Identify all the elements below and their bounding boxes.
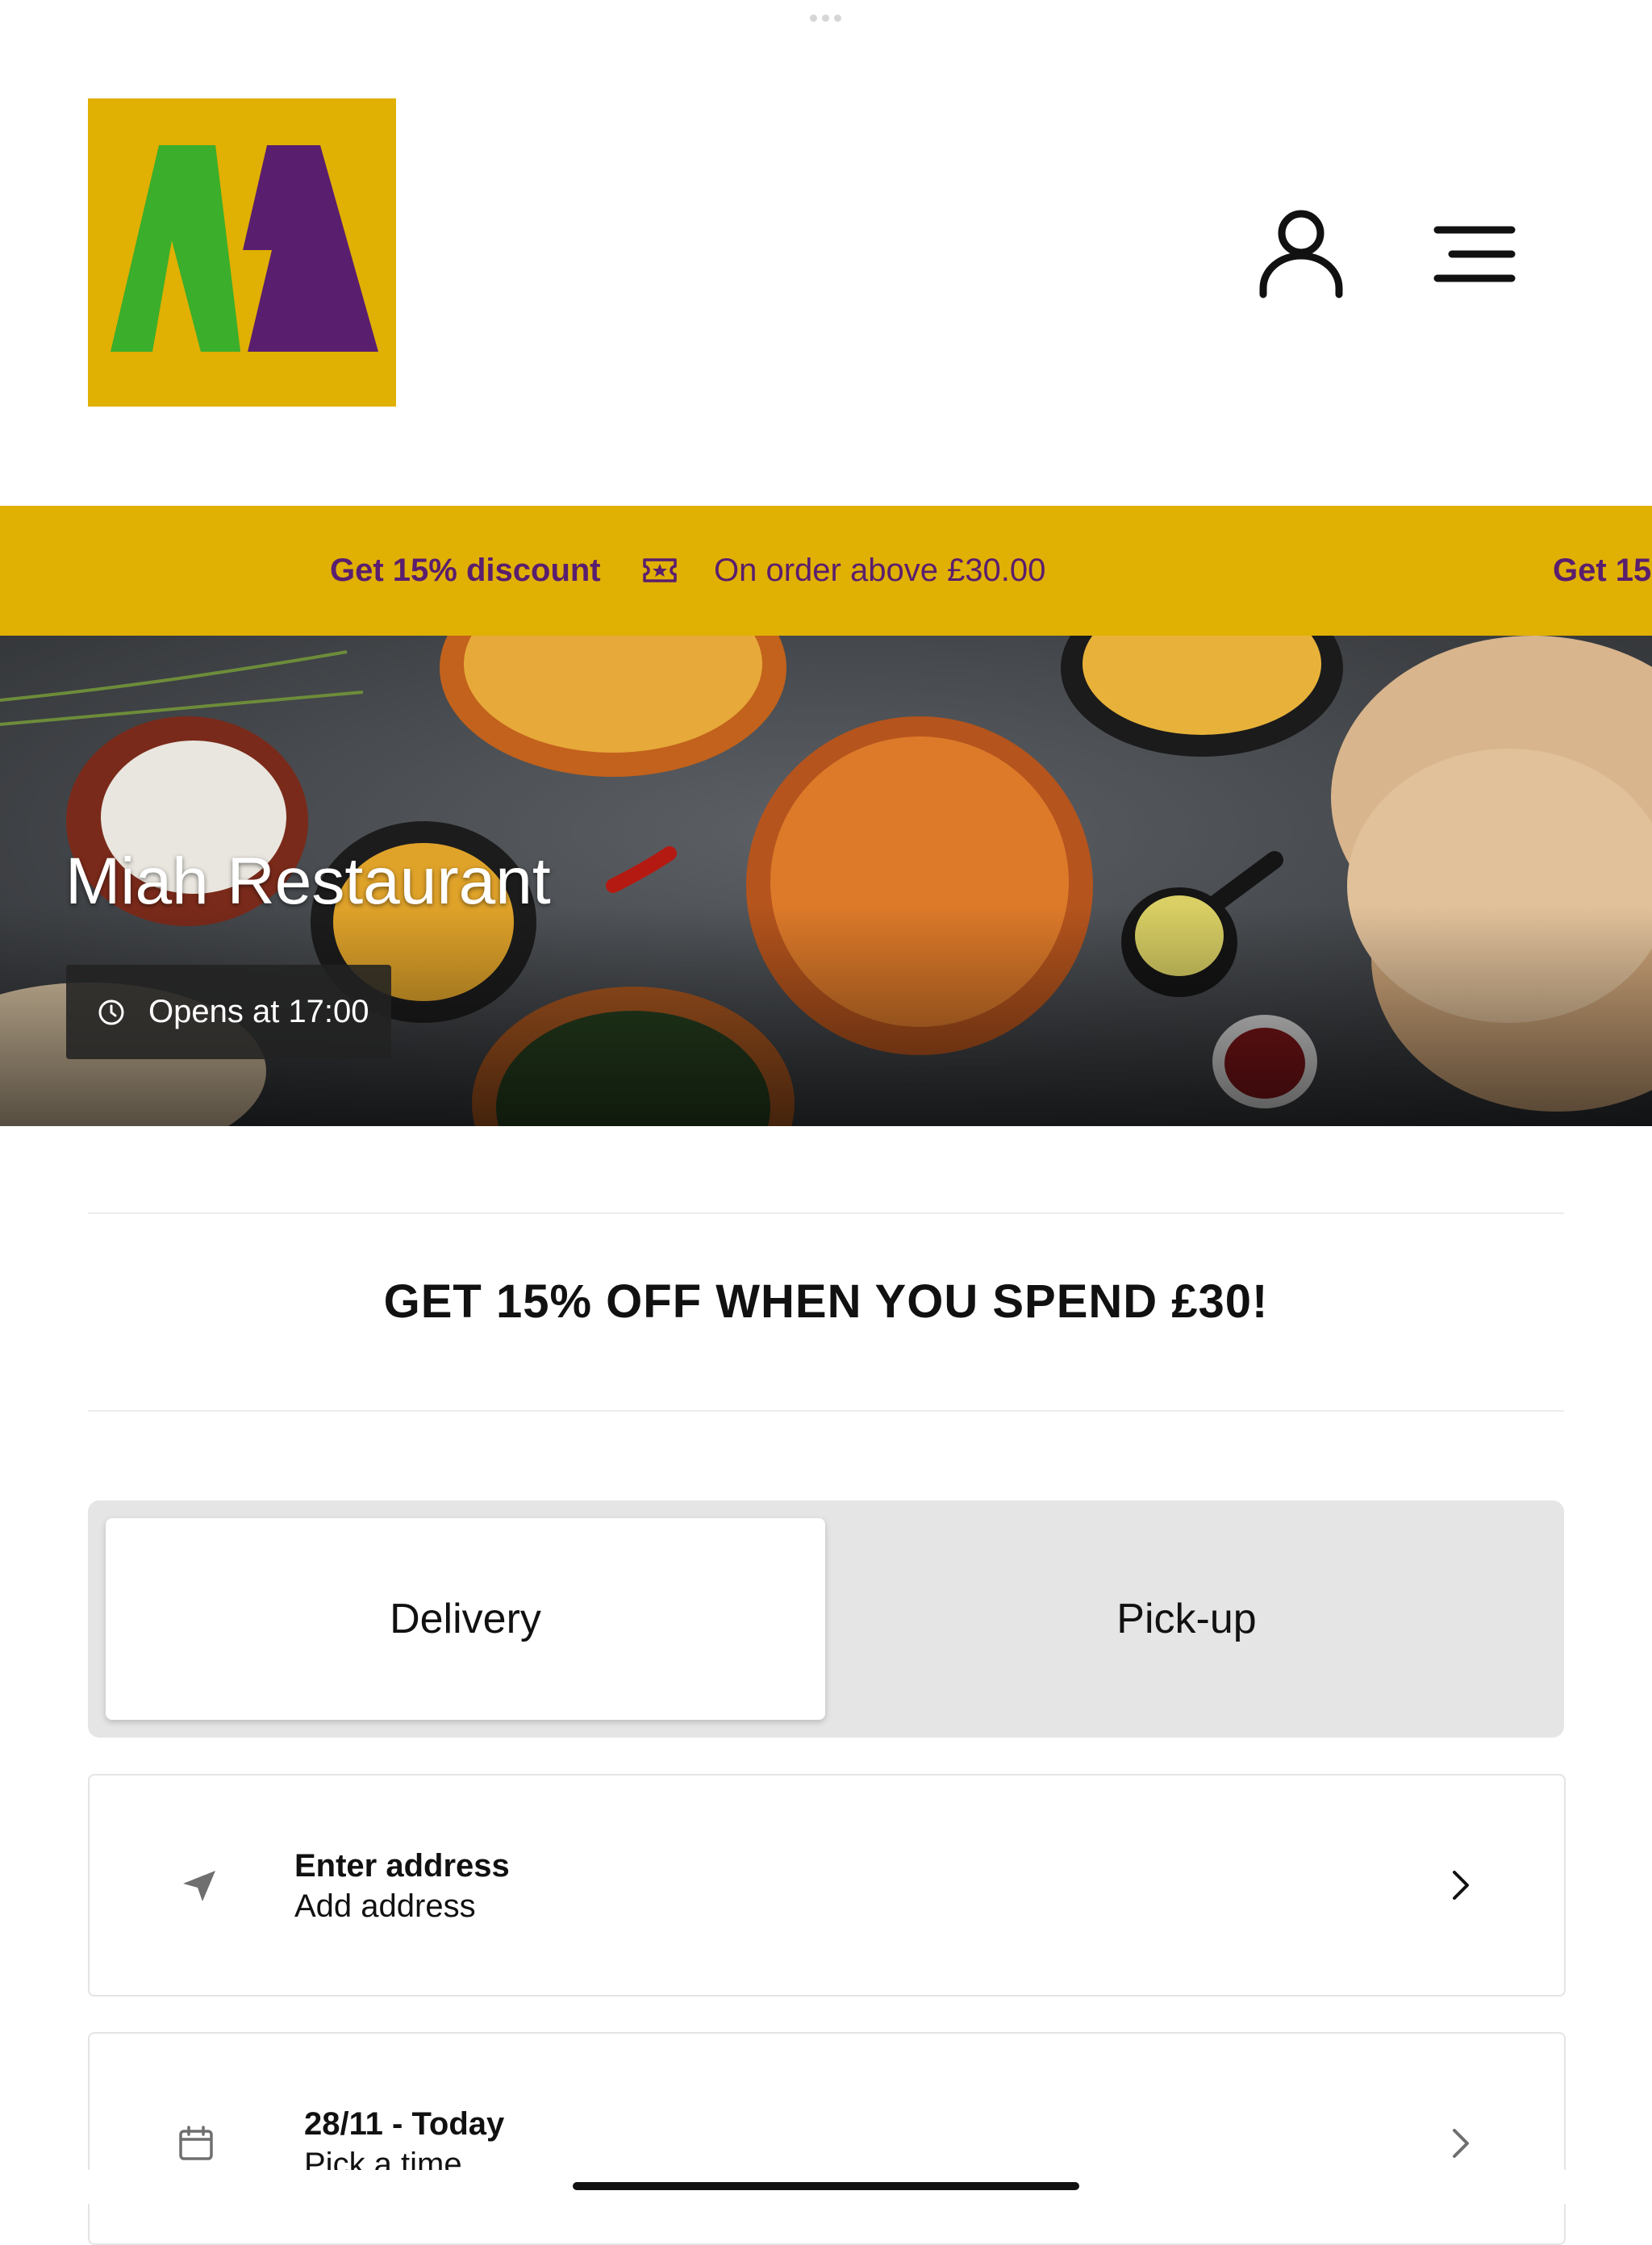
promo-headline: Get 15% discount xyxy=(330,553,601,588)
clock-icon xyxy=(98,999,124,1024)
pickup-tab[interactable]: Pick-up xyxy=(827,1518,1546,1720)
home-indicator[interactable] xyxy=(573,2182,1079,2190)
ticket-icon xyxy=(643,558,677,582)
restaurant-logo[interactable] xyxy=(88,98,396,407)
address-row[interactable]: Enter address Add address xyxy=(88,1774,1566,1997)
site-header xyxy=(0,0,1652,506)
hero-banner: Miah Restaurant Opens at 17:00 xyxy=(0,636,1652,1126)
time-row[interactable]: 28/11 - Today Pick a time xyxy=(88,2032,1566,2245)
promo-ticker: Get 15% discount On order above £30.00 G… xyxy=(0,506,1652,636)
address-row-title: Enter address xyxy=(294,1848,510,1884)
calendar-icon xyxy=(179,2126,213,2160)
chevron-right-icon xyxy=(1453,2129,1469,2158)
address-row-subtitle: Add address xyxy=(294,1888,476,1924)
opening-hours-badge: Opens at 17:00 xyxy=(66,965,391,1059)
section-divider xyxy=(88,1410,1564,1412)
restaurant-name: Miah Restaurant xyxy=(65,845,551,918)
menu-icon[interactable] xyxy=(1426,210,1523,298)
promo-headline-repeat: Get 15% discount xyxy=(1553,553,1652,588)
delivery-tab[interactable]: Delivery xyxy=(106,1518,825,1720)
offer-heading: GET 15% OFF WHEN YOU SPEND £30! xyxy=(383,1275,1269,1328)
opening-hours-text: Opens at 17:00 xyxy=(148,994,369,1029)
location-arrow-icon xyxy=(183,1871,215,1901)
section-divider xyxy=(88,1212,1564,1214)
logo-mark-icon xyxy=(88,98,396,407)
time-row-title: 28/11 - Today xyxy=(304,2106,505,2142)
order-mode-toggle: Delivery Pick-up xyxy=(88,1500,1564,1738)
user-icon[interactable] xyxy=(1249,200,1354,305)
chevron-right-icon xyxy=(1453,1871,1469,1900)
promo-detail: On order above £30.00 xyxy=(714,553,1046,588)
